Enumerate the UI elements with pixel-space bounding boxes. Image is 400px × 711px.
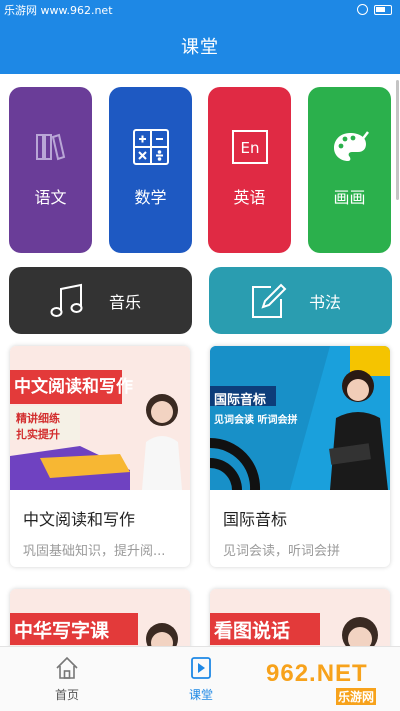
subject-tile-huahua[interactable]: 画画: [308, 87, 391, 253]
thumbnail-subtext: 扎实提升: [16, 428, 60, 441]
nav-label: 首页: [54, 688, 79, 702]
status-bar-site-text: 乐游网 www.962.net: [4, 4, 113, 17]
watermark-text: 962.NET: [266, 660, 368, 687]
pen-edit-icon: [252, 283, 287, 318]
nav-label: 课堂: [188, 688, 213, 702]
course-card[interactable]: 中文阅读和写作 精讲细练 扎实提升 中文阅读和写作 巩固基础知识，提升阅...: [10, 346, 190, 567]
watermark-logo: 962.NET 乐游网: [266, 660, 396, 706]
subject-tile-shuxue[interactable]: 数学: [109, 87, 192, 253]
nav-item-home[interactable]: 首页: [0, 647, 134, 711]
thumbnail-title-text: 中文阅读和写作: [14, 377, 133, 397]
course-title: 中文阅读和写作: [23, 510, 136, 529]
thumbnail-title-text: 看图说话: [214, 620, 291, 642]
thumbnail-subtext: 见词会读 听词会拼: [214, 415, 298, 426]
subject-label: 英语: [233, 188, 266, 207]
subject-tile-shufa[interactable]: 书法: [209, 267, 392, 334]
watermark-subtext: 乐游网: [336, 688, 377, 705]
course-thumbnail: 中文阅读和写作 精讲细练 扎实提升: [10, 346, 190, 490]
subject-tile-yuwen[interactable]: 语文: [9, 87, 92, 253]
status-bar: 乐游网 www.962.net: [0, 0, 400, 22]
thumbnail-title-text: 中华写字课: [14, 620, 110, 642]
en-letters-icon: En: [231, 130, 268, 164]
palette-icon: [333, 131, 369, 161]
thumbnail-title-text: 国际音标: [214, 393, 267, 408]
scrollbar[interactable]: [396, 80, 399, 200]
page-title: 课堂: [0, 22, 400, 74]
svg-text:En: En: [240, 139, 259, 157]
math-operators-icon: [132, 129, 169, 165]
subject-label: 书法: [309, 293, 342, 312]
books-icon: [35, 133, 65, 161]
course-desc: 见词会读，听词会拼: [223, 544, 341, 559]
home-icon: [56, 656, 78, 679]
battery-icon: [374, 4, 392, 15]
lock-icon: [357, 4, 368, 15]
course-thumbnail: 国际音标 见词会读 听词会拼: [210, 346, 390, 490]
subject-label: 画画: [333, 188, 366, 207]
music-note-icon: [50, 283, 83, 317]
thumbnail-subtext: 精讲细练: [16, 412, 60, 425]
subject-label: 音乐: [109, 293, 142, 312]
course-card[interactable]: 国际音标 见词会读 听词会拼 国际音标 见词会读，听词会拼: [210, 346, 390, 567]
status-bar-icons: [357, 4, 392, 15]
course-desc: 巩固基础知识，提升阅...: [23, 544, 166, 559]
subject-tile-yinyue[interactable]: 音乐: [9, 267, 192, 334]
subject-label: 数学: [134, 188, 167, 207]
course-title: 国际音标: [223, 510, 288, 529]
nav-item-classroom[interactable]: 课堂: [134, 647, 268, 711]
subject-label: 语文: [34, 188, 67, 207]
play-video-icon: [191, 657, 211, 679]
subject-tile-yingyu[interactable]: En 英语: [208, 87, 291, 253]
